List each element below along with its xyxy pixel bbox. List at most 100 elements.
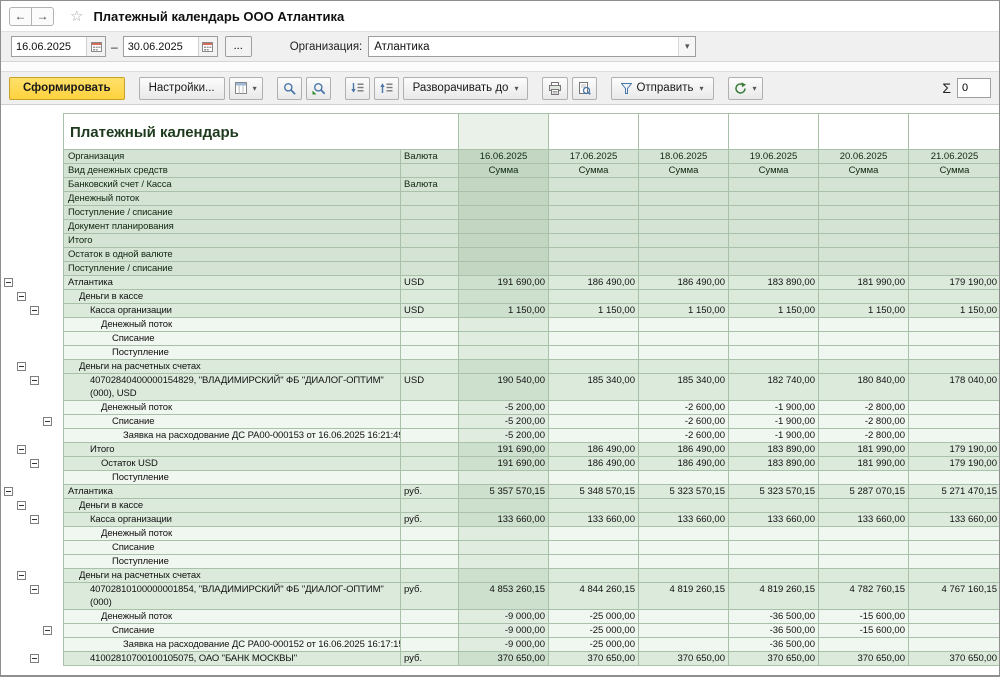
- header-empty-cell[interactable]: [909, 206, 999, 220]
- row-currency-cell[interactable]: [401, 401, 459, 415]
- amount-cell[interactable]: 5 271 470,15: [909, 485, 999, 499]
- amount-cell[interactable]: [459, 471, 549, 485]
- amount-cell[interactable]: 179 190,00: [909, 443, 999, 457]
- amount-cell[interactable]: 191 690,00: [459, 276, 549, 290]
- amount-cell[interactable]: [639, 360, 729, 374]
- amount-cell[interactable]: 5 323 570,15: [639, 485, 729, 499]
- amount-cell[interactable]: -2 600,00: [639, 429, 729, 443]
- amount-cell[interactable]: [819, 638, 909, 652]
- header-label-cell[interactable]: Документ планирования: [63, 220, 401, 234]
- amount-cell[interactable]: 1 150,00: [729, 304, 819, 318]
- row-currency-cell[interactable]: [401, 555, 459, 569]
- amount-header-cell[interactable]: Сумма: [549, 164, 639, 178]
- amount-cell[interactable]: 181 990,00: [819, 457, 909, 471]
- amount-cell[interactable]: 133 660,00: [639, 513, 729, 527]
- amount-cell[interactable]: 370 650,00: [639, 652, 729, 666]
- amount-header-cell[interactable]: Сумма: [909, 164, 999, 178]
- row-currency-cell[interactable]: [401, 332, 459, 346]
- amount-cell[interactable]: 186 490,00: [549, 457, 639, 471]
- header-currency-cell[interactable]: [401, 164, 459, 178]
- header-empty-cell[interactable]: [639, 192, 729, 206]
- amount-cell[interactable]: -2 800,00: [819, 401, 909, 415]
- amount-cell[interactable]: 4 844 260,15: [549, 583, 639, 610]
- header-currency-cell[interactable]: [401, 234, 459, 248]
- amount-cell[interactable]: 186 490,00: [549, 443, 639, 457]
- date-header-cell[interactable]: 17.06.2025: [549, 150, 639, 164]
- row-currency-cell[interactable]: [401, 290, 459, 304]
- amount-header-cell[interactable]: Сумма: [729, 164, 819, 178]
- amount-cell[interactable]: -1 900,00: [729, 401, 819, 415]
- amount-cell[interactable]: -5 200,00: [459, 401, 549, 415]
- group-expander[interactable]: [30, 306, 39, 315]
- header-empty-cell[interactable]: [549, 234, 639, 248]
- amount-cell[interactable]: 179 190,00: [909, 276, 999, 290]
- date-header-cell[interactable]: 21.06.2025: [909, 150, 999, 164]
- row-currency-cell[interactable]: USD: [401, 276, 459, 290]
- amount-cell[interactable]: [639, 499, 729, 513]
- period-from-calendar-button[interactable]: [86, 37, 105, 56]
- amount-cell[interactable]: -2 800,00: [819, 429, 909, 443]
- amount-cell[interactable]: [909, 318, 999, 332]
- amount-cell[interactable]: [729, 360, 819, 374]
- row-label-cell[interactable]: Деньги в кассе: [63, 290, 401, 304]
- date-header-cell[interactable]: 16.06.2025: [459, 150, 549, 164]
- header-empty-cell[interactable]: [729, 234, 819, 248]
- organization-combobox[interactable]: Атлантика ▾: [368, 36, 696, 57]
- row-currency-cell[interactable]: [401, 457, 459, 471]
- group-expander[interactable]: [17, 362, 26, 371]
- amount-cell[interactable]: [729, 346, 819, 360]
- row-currency-cell[interactable]: [401, 624, 459, 638]
- amount-header-cell[interactable]: Сумма: [459, 164, 549, 178]
- header-currency-cell[interactable]: [401, 206, 459, 220]
- amount-header-cell[interactable]: Сумма: [639, 164, 729, 178]
- amount-cell[interactable]: [459, 555, 549, 569]
- amount-cell[interactable]: [909, 346, 999, 360]
- row-label-cell[interactable]: 41002810700100105075, ОАО "БАНК МОСКВЫ": [63, 652, 401, 666]
- row-currency-cell[interactable]: [401, 610, 459, 624]
- header-currency-cell[interactable]: [401, 248, 459, 262]
- header-empty-cell[interactable]: [729, 248, 819, 262]
- header-currency-cell[interactable]: [401, 192, 459, 206]
- row-label-cell[interactable]: Деньги на расчетных счетах: [63, 569, 401, 583]
- row-label-cell[interactable]: Деньги на расчетных счетах: [63, 360, 401, 374]
- header-label-cell[interactable]: Организация: [63, 150, 401, 164]
- amount-cell[interactable]: 5 323 570,15: [729, 485, 819, 499]
- amount-cell[interactable]: -15 600,00: [819, 624, 909, 638]
- amount-cell[interactable]: [549, 346, 639, 360]
- amount-cell[interactable]: -5 200,00: [459, 415, 549, 429]
- amount-cell[interactable]: [459, 290, 549, 304]
- amount-cell[interactable]: [549, 332, 639, 346]
- row-label-cell[interactable]: Списание: [63, 415, 401, 429]
- amount-cell[interactable]: [909, 527, 999, 541]
- amount-cell[interactable]: 133 660,00: [459, 513, 549, 527]
- row-label-cell[interactable]: Поступление: [63, 471, 401, 485]
- header-empty-cell[interactable]: [459, 220, 549, 234]
- amount-cell[interactable]: [909, 290, 999, 304]
- amount-cell[interactable]: 5 357 570,15: [459, 485, 549, 499]
- header-empty-cell[interactable]: [819, 206, 909, 220]
- amount-cell[interactable]: -36 500,00: [729, 638, 819, 652]
- amount-cell[interactable]: 191 690,00: [459, 457, 549, 471]
- amount-cell[interactable]: 133 660,00: [909, 513, 999, 527]
- row-currency-cell[interactable]: [401, 541, 459, 555]
- header-empty-cell[interactable]: [639, 178, 729, 192]
- amount-cell[interactable]: [549, 318, 639, 332]
- header-label-cell[interactable]: Поступление / списание: [63, 206, 401, 220]
- amount-cell[interactable]: 133 660,00: [729, 513, 819, 527]
- header-empty-cell[interactable]: [549, 206, 639, 220]
- period-from-input[interactable]: [12, 37, 86, 56]
- header-empty-cell[interactable]: [909, 192, 999, 206]
- header-label-cell[interactable]: Итого: [63, 234, 401, 248]
- amount-cell[interactable]: [729, 569, 819, 583]
- amount-cell[interactable]: 178 040,00: [909, 374, 999, 401]
- amount-cell[interactable]: 182 740,00: [729, 374, 819, 401]
- amount-cell[interactable]: [729, 555, 819, 569]
- amount-cell[interactable]: [909, 429, 999, 443]
- autosum-field[interactable]: [957, 78, 991, 98]
- row-currency-cell[interactable]: руб.: [401, 583, 459, 610]
- amount-cell[interactable]: -9 000,00: [459, 624, 549, 638]
- amount-cell[interactable]: [819, 471, 909, 485]
- amount-cell[interactable]: [459, 332, 549, 346]
- header-empty-cell[interactable]: [819, 220, 909, 234]
- amount-cell[interactable]: 4 853 260,15: [459, 583, 549, 610]
